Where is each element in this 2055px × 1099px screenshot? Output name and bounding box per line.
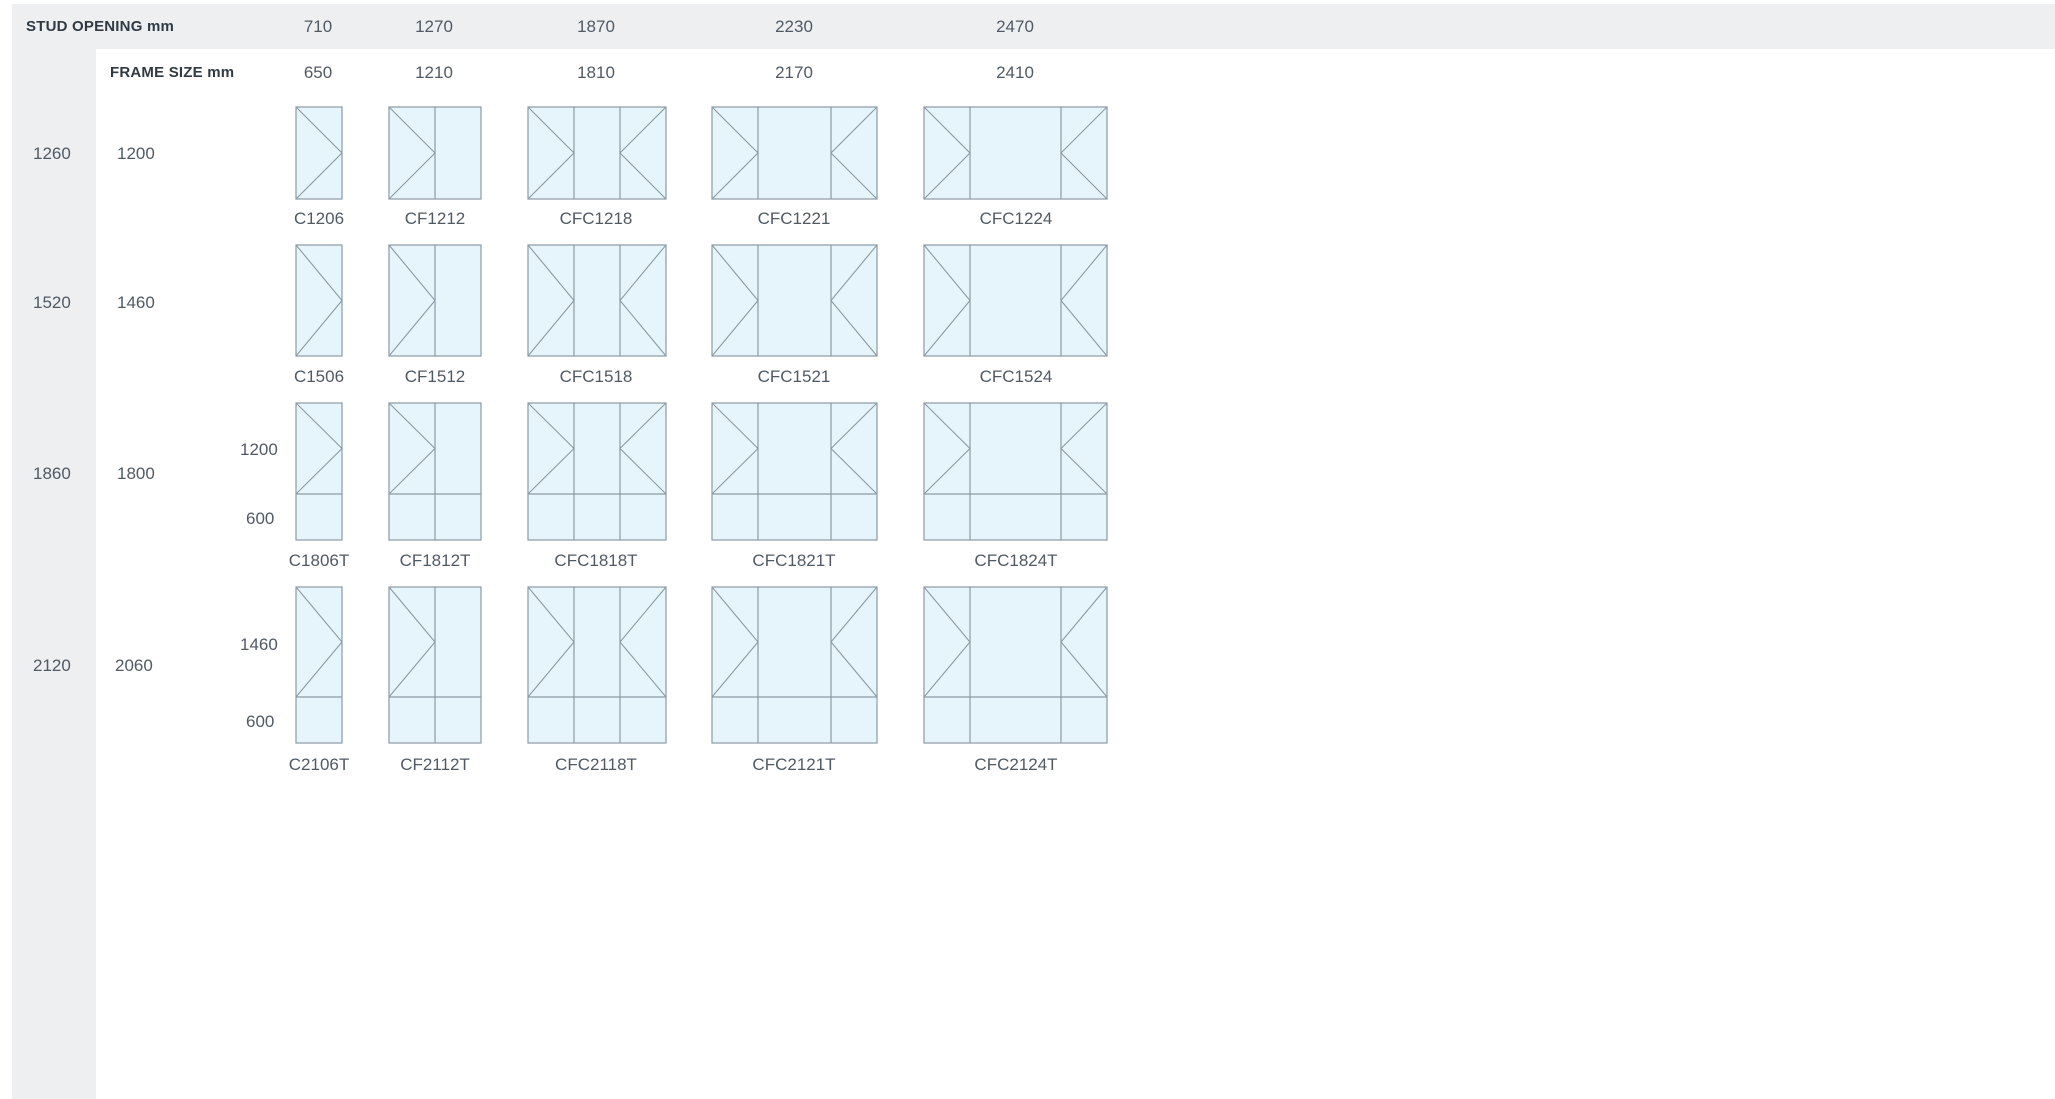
window-frame [711, 402, 878, 541]
window-frame [295, 586, 343, 744]
window-frame [527, 106, 667, 200]
window-frame [711, 106, 878, 200]
window-frame [295, 106, 343, 200]
window-frame [711, 244, 878, 357]
window-frame [295, 244, 343, 357]
window-frame [527, 244, 667, 357]
window-frame [711, 586, 878, 744]
window-frame [527, 586, 667, 744]
window-frame [923, 244, 1108, 357]
window-frame [923, 402, 1108, 541]
window-configurations-diagram [295, 106, 1108, 744]
window-frame [923, 106, 1108, 200]
